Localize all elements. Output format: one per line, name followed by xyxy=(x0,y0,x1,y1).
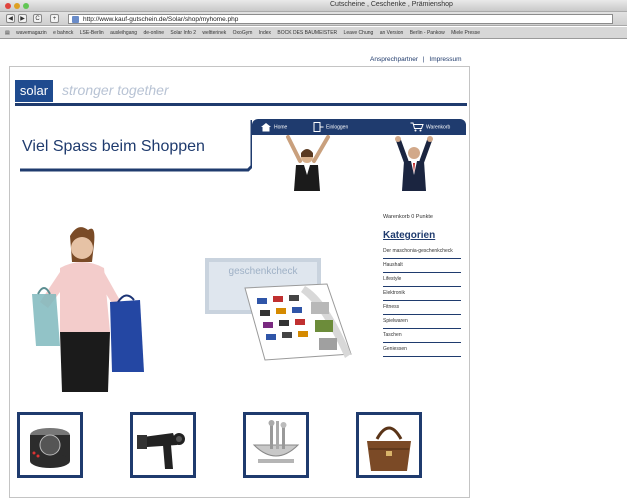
bookmark-item[interactable]: Solar Info 2 xyxy=(170,27,196,38)
bookmarks-bar: ▤ wavemagazin e bahnck LSE-Berlin auslei… xyxy=(0,27,627,39)
back-button[interactable]: ◀ xyxy=(6,14,15,23)
category-item[interactable]: Elektronik xyxy=(383,287,461,301)
sidebar: Warenkorb 0 Punkte Kategorien Der mascho… xyxy=(383,214,461,357)
add-bookmark-button[interactable]: + xyxy=(50,14,59,23)
bookmark-item[interactable]: wavemagazin xyxy=(16,27,47,38)
nav-login[interactable]: Einloggen xyxy=(312,122,348,132)
category-item[interactable]: Haushalt xyxy=(383,259,461,273)
handbag-icon xyxy=(367,426,411,471)
cart-points[interactable]: Warenkorb 0 Punkte xyxy=(383,214,461,220)
voucher-catalog-image: geschenkcheck xyxy=(205,258,352,361)
bookmark-item[interactable]: LSE-Berlin xyxy=(80,27,104,38)
browser-toolbar: ◀ ▶ C + http://www.kauf-gutschein.de/Sol… xyxy=(0,12,627,26)
cheering-man-image xyxy=(395,136,433,191)
product-thumb-watch[interactable] xyxy=(17,412,83,478)
nav-home-label: Home xyxy=(274,124,288,131)
bookmarks-icon[interactable]: ▤ xyxy=(5,27,10,38)
bookmark-item[interactable]: OxoGym xyxy=(233,27,253,38)
product-thumb-cookware[interactable] xyxy=(243,412,309,478)
forward-button[interactable]: ▶ xyxy=(18,14,27,23)
shopping-woman-image xyxy=(32,227,144,392)
tagline: stronger together xyxy=(62,82,169,98)
favicon-icon xyxy=(72,16,79,23)
category-item[interactable]: Der maschonia-geschenkcheck xyxy=(383,245,461,259)
bookmark-item[interactable]: e bahnck xyxy=(53,27,73,38)
categories-title[interactable]: Kategorien xyxy=(383,230,461,241)
category-item[interactable]: Fitness xyxy=(383,301,461,315)
nav-cart-label: Warenkorb xyxy=(426,124,451,131)
main-nav: Home Einloggen Warenkorb xyxy=(252,119,466,135)
nav-cart[interactable]: Warenkorb xyxy=(410,122,450,132)
address-url: http://www.kauf-gutschein.de/Solar/shop/… xyxy=(83,16,239,23)
bookmark-item[interactable]: an Version xyxy=(380,27,404,38)
window-titlebar: Cutscheine , Ceschenke , Prämienshop xyxy=(0,0,627,12)
reload-button[interactable]: C xyxy=(33,14,42,23)
solar-logo[interactable]: solar xyxy=(15,80,53,102)
minimize-window-icon[interactable] xyxy=(14,3,20,9)
cheering-woman-image xyxy=(286,135,330,191)
home-icon xyxy=(261,123,271,132)
hairdryer-icon xyxy=(137,433,185,469)
bookmark-item[interactable]: Berlin - Pankow xyxy=(410,27,445,38)
watch-box-icon xyxy=(30,428,70,468)
site-header: solar stronger together xyxy=(15,80,467,106)
address-bar[interactable]: http://www.kauf-gutschein.de/Solar/shop/… xyxy=(68,14,613,24)
category-item[interactable]: Spielwaren xyxy=(383,315,461,329)
bookmark-item[interactable]: Leave Chung xyxy=(344,27,374,38)
page-title: Viel Spass beim Shoppen xyxy=(22,138,205,155)
cookware-set-icon xyxy=(252,420,300,463)
bookmark-item[interactable]: weltterinek xyxy=(202,27,226,38)
zoom-window-icon[interactable] xyxy=(23,3,29,9)
bookmark-item[interactable]: Index xyxy=(259,27,271,38)
imprint-link[interactable]: Impressum xyxy=(429,56,461,63)
header-links: Ansprechpartner | Impressum xyxy=(370,56,462,63)
window-title: Cutscheine , Ceschenke , Prämienshop xyxy=(330,1,453,8)
close-window-icon[interactable] xyxy=(5,3,11,9)
link-separator: | xyxy=(422,56,425,63)
door-icon xyxy=(313,122,324,132)
bookmark-item[interactable]: BOCK DES BAUMEISTER xyxy=(277,27,337,38)
voucher-title: geschenkcheck xyxy=(229,266,299,277)
contact-link[interactable]: Ansprechpartner xyxy=(370,56,418,63)
cart-icon xyxy=(410,122,424,132)
category-item[interactable]: Taschen xyxy=(383,329,461,343)
bookmark-item[interactable]: ausleihgang xyxy=(110,27,137,38)
product-thumb-handbag[interactable] xyxy=(356,412,422,478)
bookmark-item[interactable]: Miele Presse xyxy=(451,27,480,38)
category-item[interactable]: Geniessen xyxy=(383,343,461,357)
nav-home[interactable]: Home xyxy=(260,122,287,132)
nav-login-label: Einloggen xyxy=(326,124,349,131)
product-thumb-hairdryer[interactable] xyxy=(130,412,196,478)
category-item[interactable]: Lifestyle xyxy=(383,273,461,287)
bookmark-item[interactable]: de-online xyxy=(143,27,164,38)
